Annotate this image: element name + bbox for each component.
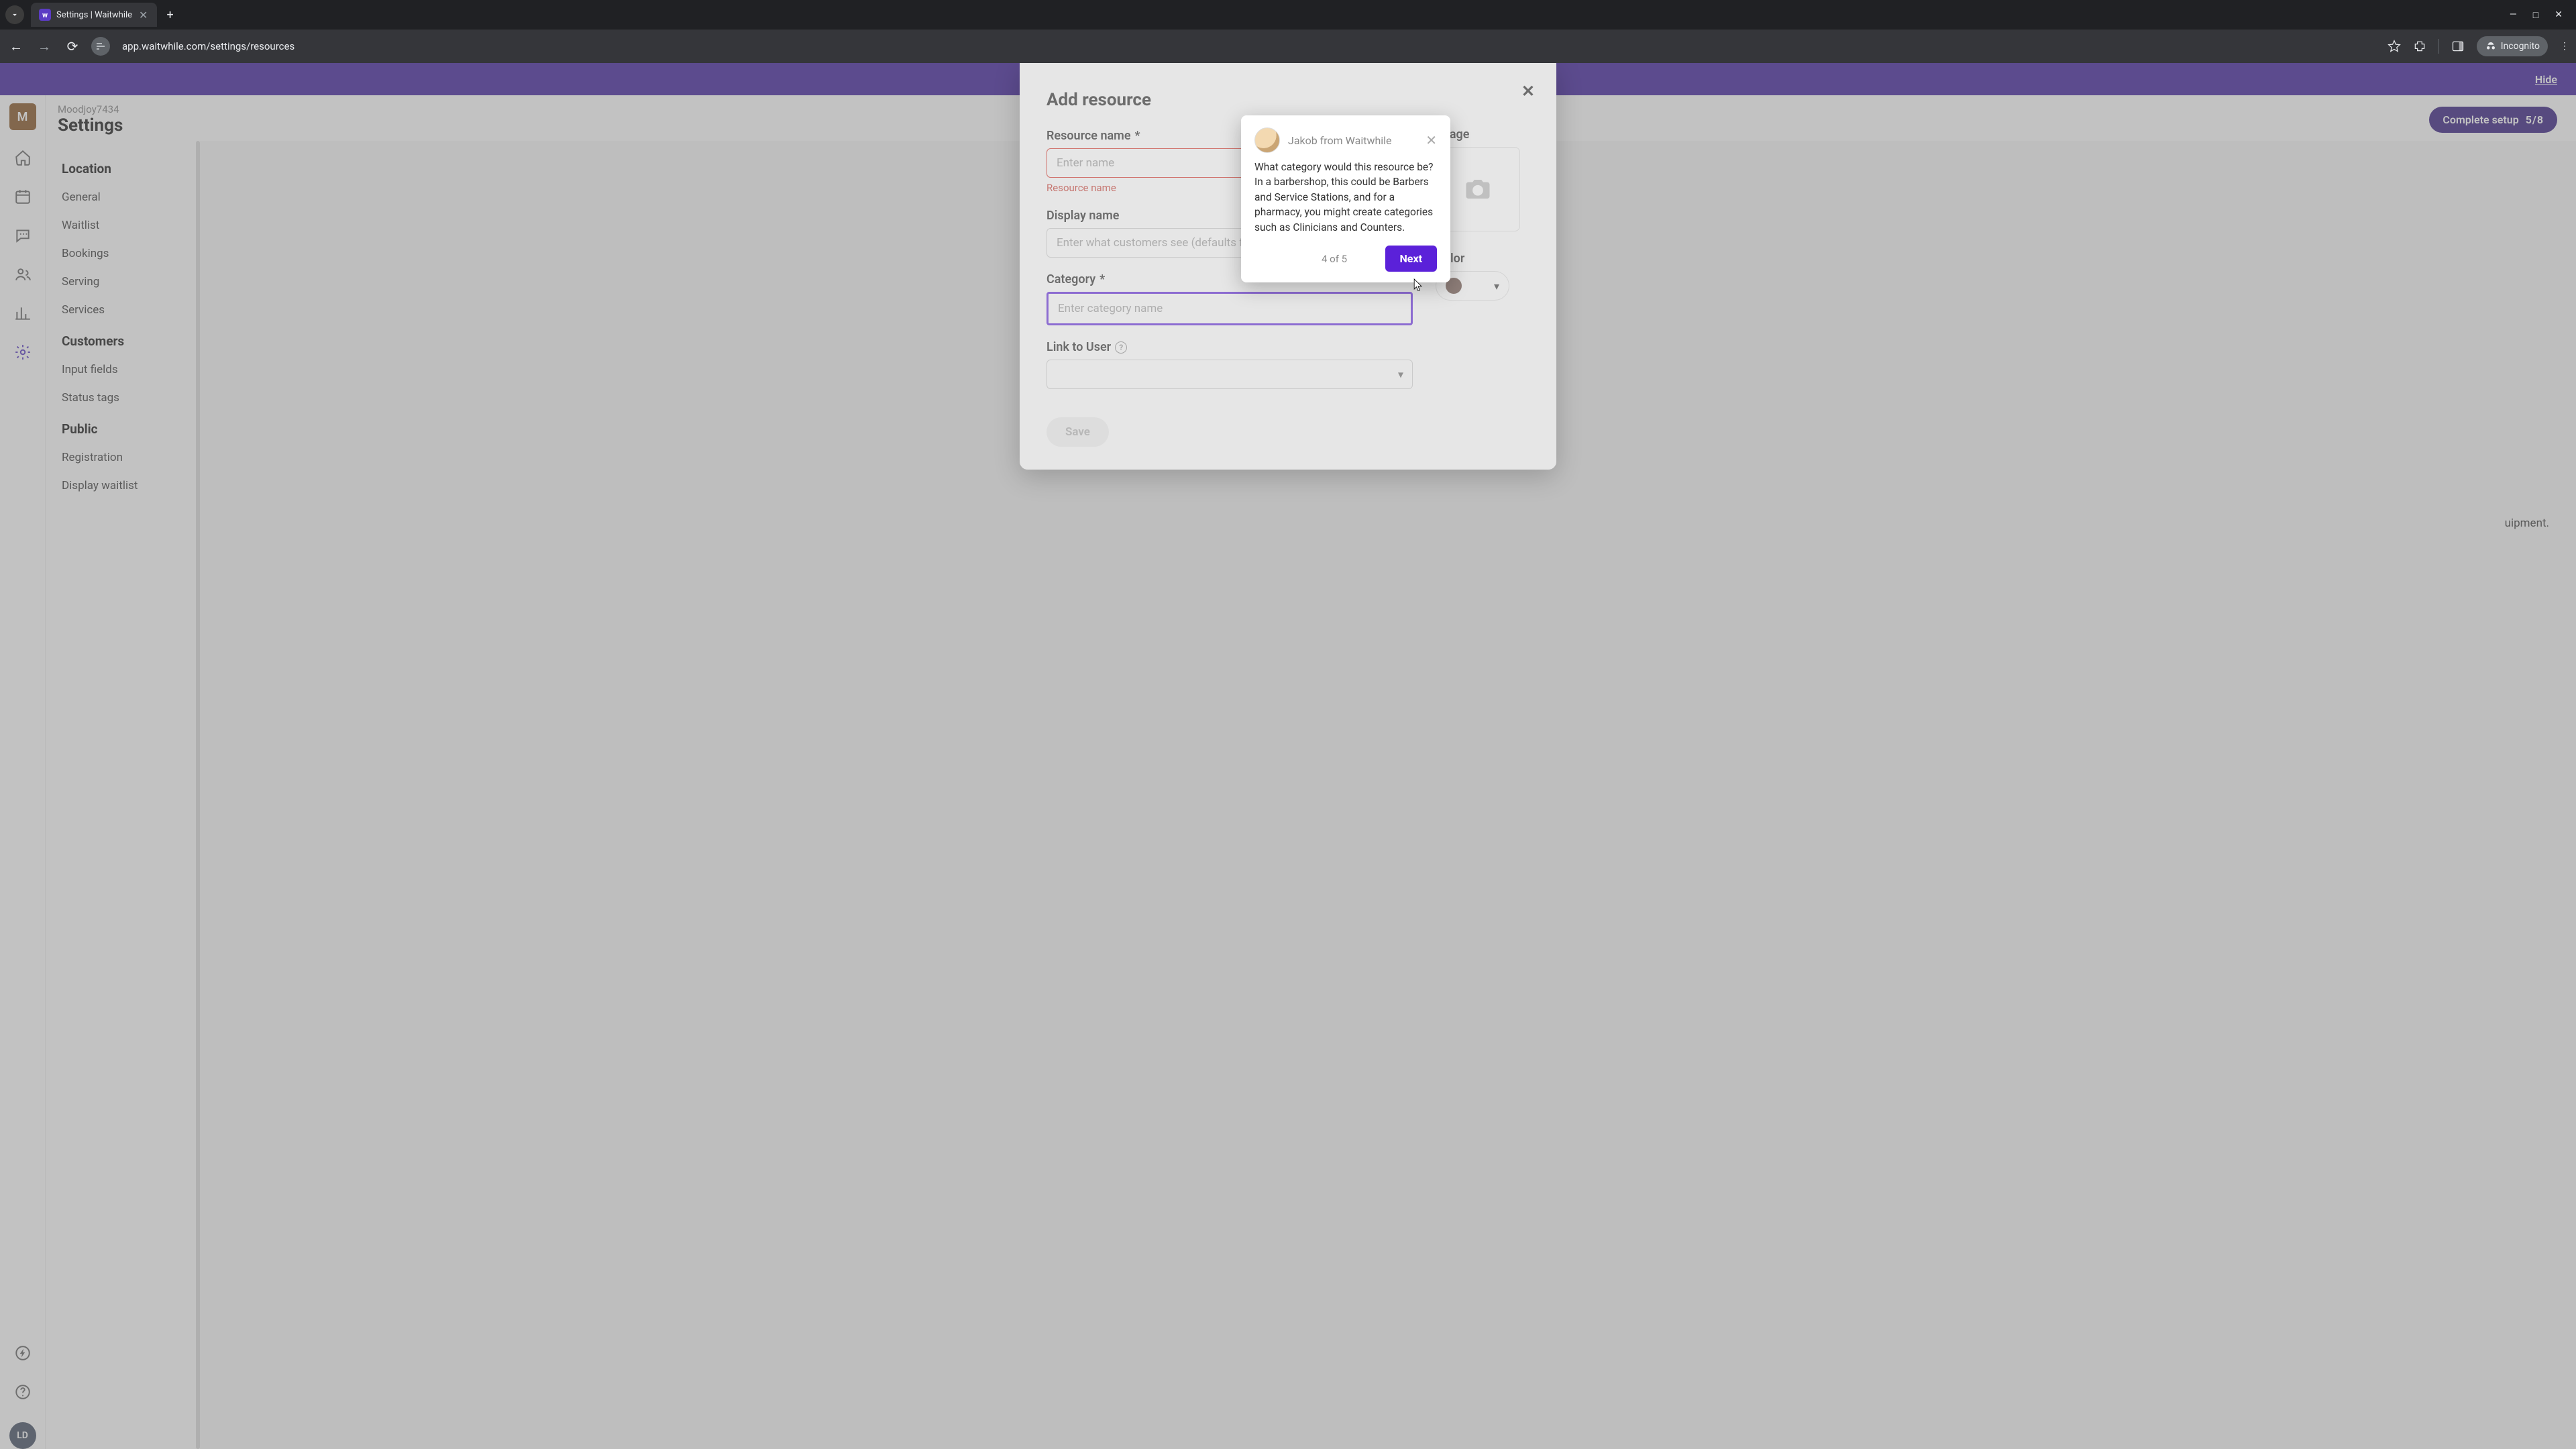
new-tab-button[interactable]: + xyxy=(160,5,180,25)
incognito-icon xyxy=(2485,40,2497,52)
nav-back-button[interactable]: ← xyxy=(7,38,25,55)
incognito-indicator[interactable]: Incognito xyxy=(2477,36,2548,56)
window-maximize-button[interactable]: □ xyxy=(2533,9,2538,21)
tabs-dropdown-button[interactable] xyxy=(5,5,24,24)
tour-close-button[interactable]: ✕ xyxy=(1426,132,1437,148)
site-info-button[interactable] xyxy=(91,37,110,56)
tune-icon xyxy=(95,41,106,52)
modal-title: Add resource xyxy=(1046,90,1529,110)
panel-icon xyxy=(2451,40,2465,53)
category-input[interactable] xyxy=(1046,292,1413,325)
camera-icon xyxy=(1464,177,1492,201)
star-icon xyxy=(2387,40,2401,53)
nav-reload-button[interactable]: ⟳ xyxy=(63,38,82,54)
link-user-select[interactable] xyxy=(1046,360,1413,389)
tour-avatar xyxy=(1254,127,1280,153)
tour-from-label: Jakob from Waitwhile xyxy=(1288,134,1392,147)
tour-popover: Jakob from Waitwhile ✕ What category wou… xyxy=(1241,115,1450,282)
browser-menu-button[interactable]: ⋮ xyxy=(2560,41,2569,52)
sidepanel-button[interactable] xyxy=(2451,40,2465,53)
save-button[interactable]: Save xyxy=(1046,417,1109,447)
tab-close-button[interactable]: ✕ xyxy=(138,9,149,21)
link-user-label: Link to User ? xyxy=(1046,340,1413,354)
extensions-button[interactable] xyxy=(2413,40,2426,53)
url-text[interactable]: app.waitwhile.com/settings/resources xyxy=(119,40,2378,52)
tour-next-button[interactable]: Next xyxy=(1385,246,1437,272)
tab-title: Settings | Waitwhile xyxy=(56,10,132,20)
puzzle-icon xyxy=(2413,40,2426,53)
tour-step-indicator: 4 of 5 xyxy=(1254,253,1347,265)
separator xyxy=(2438,39,2439,54)
tab-strip: w Settings | Waitwhile ✕ + — □ ✕ xyxy=(0,0,2576,30)
help-icon[interactable]: ? xyxy=(1115,341,1127,354)
chevron-down-icon: ▾ xyxy=(1494,280,1499,292)
tour-body-text: What category would this resource be? In… xyxy=(1254,160,1437,235)
window-close-button[interactable]: ✕ xyxy=(2555,9,2563,21)
favicon-icon: w xyxy=(39,9,51,21)
modal-close-button[interactable]: ✕ xyxy=(1521,82,1535,101)
address-bar: ← → ⟳ app.waitwhile.com/settings/resourc… xyxy=(0,30,2576,63)
nav-forward-button[interactable]: → xyxy=(35,38,54,55)
browser-tab[interactable]: w Settings | Waitwhile ✕ xyxy=(31,3,157,27)
bookmark-button[interactable] xyxy=(2387,40,2401,53)
window-minimize-button[interactable]: — xyxy=(2510,9,2517,21)
chevron-down-icon xyxy=(10,10,19,19)
incognito-label: Incognito xyxy=(2501,41,2540,52)
